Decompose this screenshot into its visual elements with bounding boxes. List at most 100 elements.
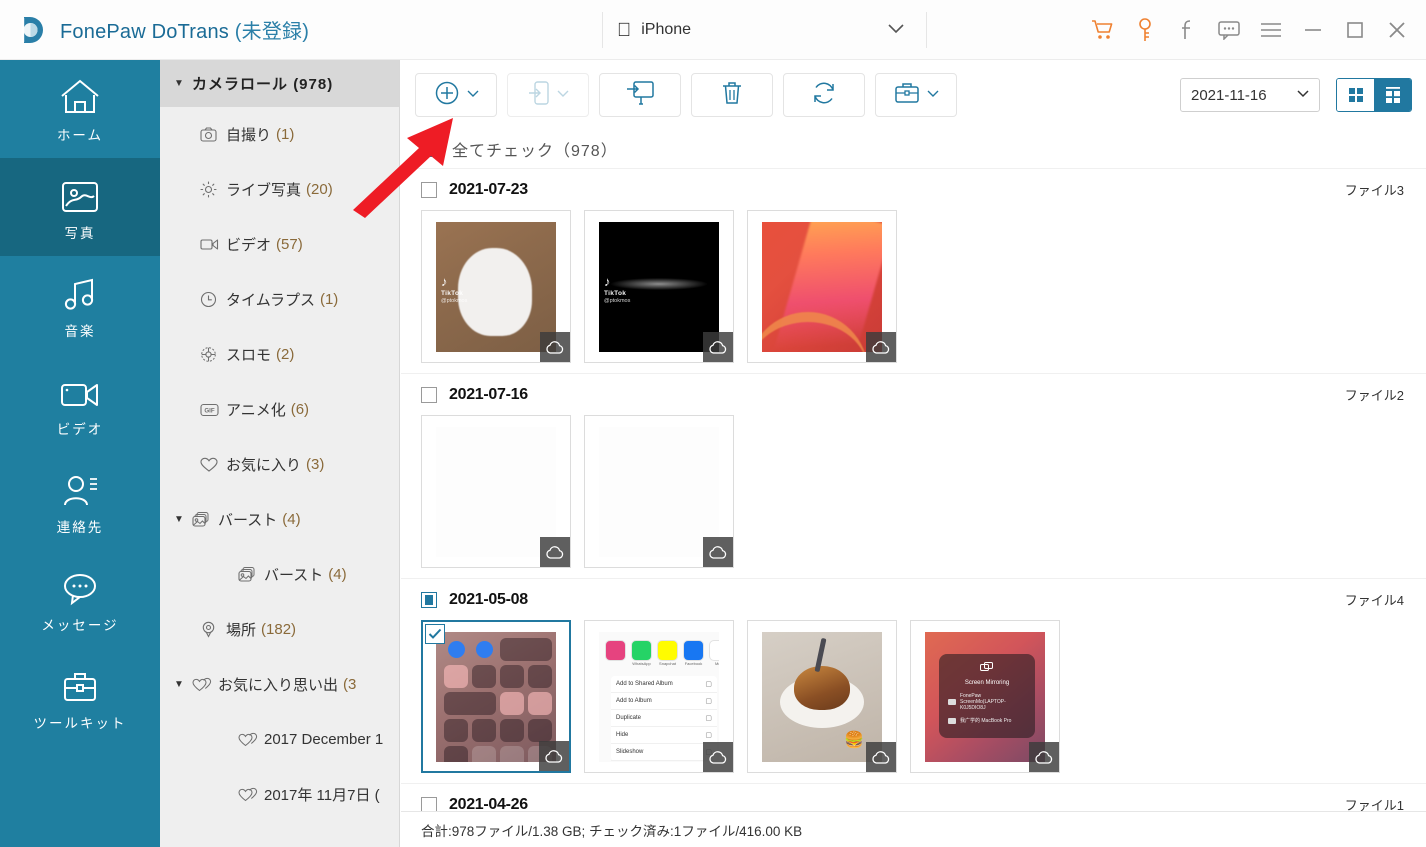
contacts-icon (60, 466, 100, 508)
photo-thumbnail[interactable] (421, 415, 571, 568)
tree-item[interactable]: 2017年 11月7日 ( (160, 767, 399, 822)
thumb-art-cat: ♪ TikTok @ptokmos (436, 221, 556, 352)
menu-icon[interactable] (1250, 0, 1292, 60)
sidebar-item-video[interactable]: ビデオ (0, 354, 160, 452)
thumb-art-food: 🍔 (762, 631, 882, 762)
feedback-icon[interactable] (1208, 0, 1250, 60)
mirror-glyph-icon (945, 660, 1029, 678)
cart-icon[interactable] (1082, 0, 1124, 60)
device-selector[interactable]:  iPhone (602, 12, 927, 48)
group-checkbox[interactable] (421, 591, 437, 608)
icloud-icon (540, 332, 570, 362)
tree-item[interactable]: ライブ写真 (20) (160, 162, 399, 217)
share-app (605, 639, 626, 670)
group-header[interactable]: 2021-07-23 ファイル3 (401, 168, 1426, 210)
delete-button[interactable] (691, 73, 773, 117)
group-header[interactable]: 2021-07-16 ファイル2 (401, 373, 1426, 415)
sidebar-item-toolkit[interactable]: ツールキット (0, 648, 160, 746)
add-button[interactable] (415, 73, 497, 117)
tiktok-name: TikTok (604, 289, 627, 297)
photo-thumbnail[interactable]: ♪ TikTok @ptokmos (584, 210, 734, 363)
export-to-pc-button[interactable] (599, 73, 681, 117)
check-all-checkbox[interactable] (425, 141, 441, 157)
chevron-down-icon[interactable]: ▼ (174, 514, 192, 525)
share-app: Snapchat (657, 639, 678, 670)
photo-thumbnail[interactable]: WhatsApp Snapchat Facebook More Add to Share… (584, 620, 734, 773)
tree-item[interactable]: 場所 (182) (160, 602, 399, 657)
title-bar: FonePaw DoTrans (未登録)  iPhone (0, 0, 1426, 60)
sidebar-item-home[interactable]: ホーム (0, 60, 160, 158)
plus-circle-icon (434, 80, 460, 111)
photo-thumbnail[interactable] (584, 415, 734, 568)
tree-root-camera-roll[interactable]: ▼ カメラロール (978) (160, 60, 399, 107)
photo-thumbnail[interactable]: ♪ TikTok @ptokmos (421, 210, 571, 363)
sidebar-item-photos[interactable]: 写真 (0, 158, 160, 256)
app-title-text: FonePaw DoTrans (60, 21, 229, 43)
tree-root-label: カメラロール (978) (192, 73, 333, 94)
mirror-device-row: FonePaw ScreenMo(LAPTOP-K0J5DIO8J (945, 693, 1029, 712)
tree-item[interactable]: ビデオ (57) (160, 217, 399, 272)
thumbnail-image: WhatsApp Snapchat Facebook More Add to Share… (599, 631, 719, 762)
tree-item[interactable]: タイムラプス (1) (160, 272, 399, 327)
grid-view-button[interactable] (1337, 79, 1374, 111)
sidebar-item-contacts[interactable]: 連絡先 (0, 452, 160, 550)
photo-thumbnail[interactable] (747, 210, 897, 363)
tree-item[interactable]: ▼ お気に入り思い出 (3 (160, 657, 399, 712)
refresh-button[interactable] (783, 73, 865, 117)
thumbnail-image (436, 426, 556, 557)
tree-item-count: (3 (343, 676, 357, 693)
chevron-down-icon[interactable]: ▼ (174, 679, 192, 690)
share-menu-row: Add to Shared Album ▢ (611, 676, 717, 693)
photo-thumbnail[interactable] (421, 620, 571, 773)
mirror-title: Screen Mirroring (964, 679, 1010, 686)
minimize-icon[interactable] (1292, 0, 1334, 60)
tree-item[interactable]: スロモ (2) (160, 327, 399, 382)
sidebar-item-music[interactable]: 音楽 (0, 256, 160, 354)
tree-item[interactable]: お気に入り (3) (160, 437, 399, 492)
timelapse-icon (200, 291, 226, 308)
share-menu-row: Duplicate ▢ (611, 710, 717, 727)
thumbnail-image: 🍔 (762, 631, 882, 762)
sidebar-label-messages: メッセージ (41, 618, 119, 633)
chevron-down-icon (1297, 90, 1309, 100)
tree-item[interactable]: ▼ バースト (4) (160, 492, 399, 547)
tree-item[interactable]: 2017 December 1 (160, 712, 399, 767)
share-menu-label: Duplicate (616, 714, 642, 721)
group-view-button[interactable] (1374, 79, 1411, 111)
toolkit-icon (60, 662, 100, 704)
group-checkbox[interactable] (421, 181, 437, 198)
photo-groups: 2021-07-23 ファイル3 ♪ TikTok @ptokmos ♪ TikTok @pt… (401, 168, 1426, 823)
heart-icon (200, 457, 226, 473)
tree-item[interactable]: バースト (4) (160, 547, 399, 602)
date-filter-select[interactable]: 2021-11-16 (1180, 78, 1320, 112)
memories-icon (192, 677, 218, 693)
export-pc-icon (626, 80, 654, 111)
group-header[interactable]: 2021-05-08 ファイル4 (401, 578, 1426, 620)
facebook-icon[interactable] (1166, 0, 1208, 60)
app-title: FonePaw DoTrans (未登録) (60, 15, 309, 44)
status-bar-text: 合計:978ファイル/1.38 GB; チェック済み:1ファイル/416.00 … (421, 823, 803, 839)
photo-group-scroll[interactable]: 2021-07-23 ファイル3 ♪ TikTok @ptokmos ♪ TikTok @pt… (401, 168, 1426, 823)
sidebar-item-messages[interactable]: メッセージ (0, 550, 160, 648)
share-menu-row: Add to Album ▢ (611, 693, 717, 710)
thumbnail-checkbox[interactable] (425, 624, 445, 644)
application-window: FonePaw DoTrans (未登録)  iPhone (0, 0, 1426, 847)
check-all-bar[interactable]: 全てチェック（978） (401, 130, 1426, 168)
key-icon[interactable] (1124, 0, 1166, 60)
toolkit-button[interactable] (875, 73, 957, 117)
tree-item[interactable]: GIF アニメ化 (6) (160, 382, 399, 437)
tree-item[interactable]: 自撮り (1) (160, 107, 399, 162)
apple-icon:  (617, 21, 631, 40)
tree-item-label: タイムラプス (226, 292, 315, 309)
photo-thumbnail[interactable]: 🍔 (747, 620, 897, 773)
refresh-icon (811, 80, 837, 111)
photo-thumbnail[interactable]: Screen Mirroring FonePaw ScreenMo(LAPTOP-… (910, 620, 1060, 773)
share-menu-icon: ▢ (705, 697, 712, 705)
chevron-down-icon[interactable]: ▼ (174, 78, 192, 89)
sidebar-nav: ホーム 写真 音楽 ビデオ 連絡先 メッセージ ツールキット (0, 60, 160, 847)
maximize-icon[interactable] (1334, 0, 1376, 60)
mirror-device-label: 我广学的 MacBook Pro (960, 718, 1012, 725)
tree-item-label: バースト (264, 567, 324, 584)
group-checkbox[interactable] (421, 386, 437, 403)
close-icon[interactable] (1376, 0, 1418, 60)
